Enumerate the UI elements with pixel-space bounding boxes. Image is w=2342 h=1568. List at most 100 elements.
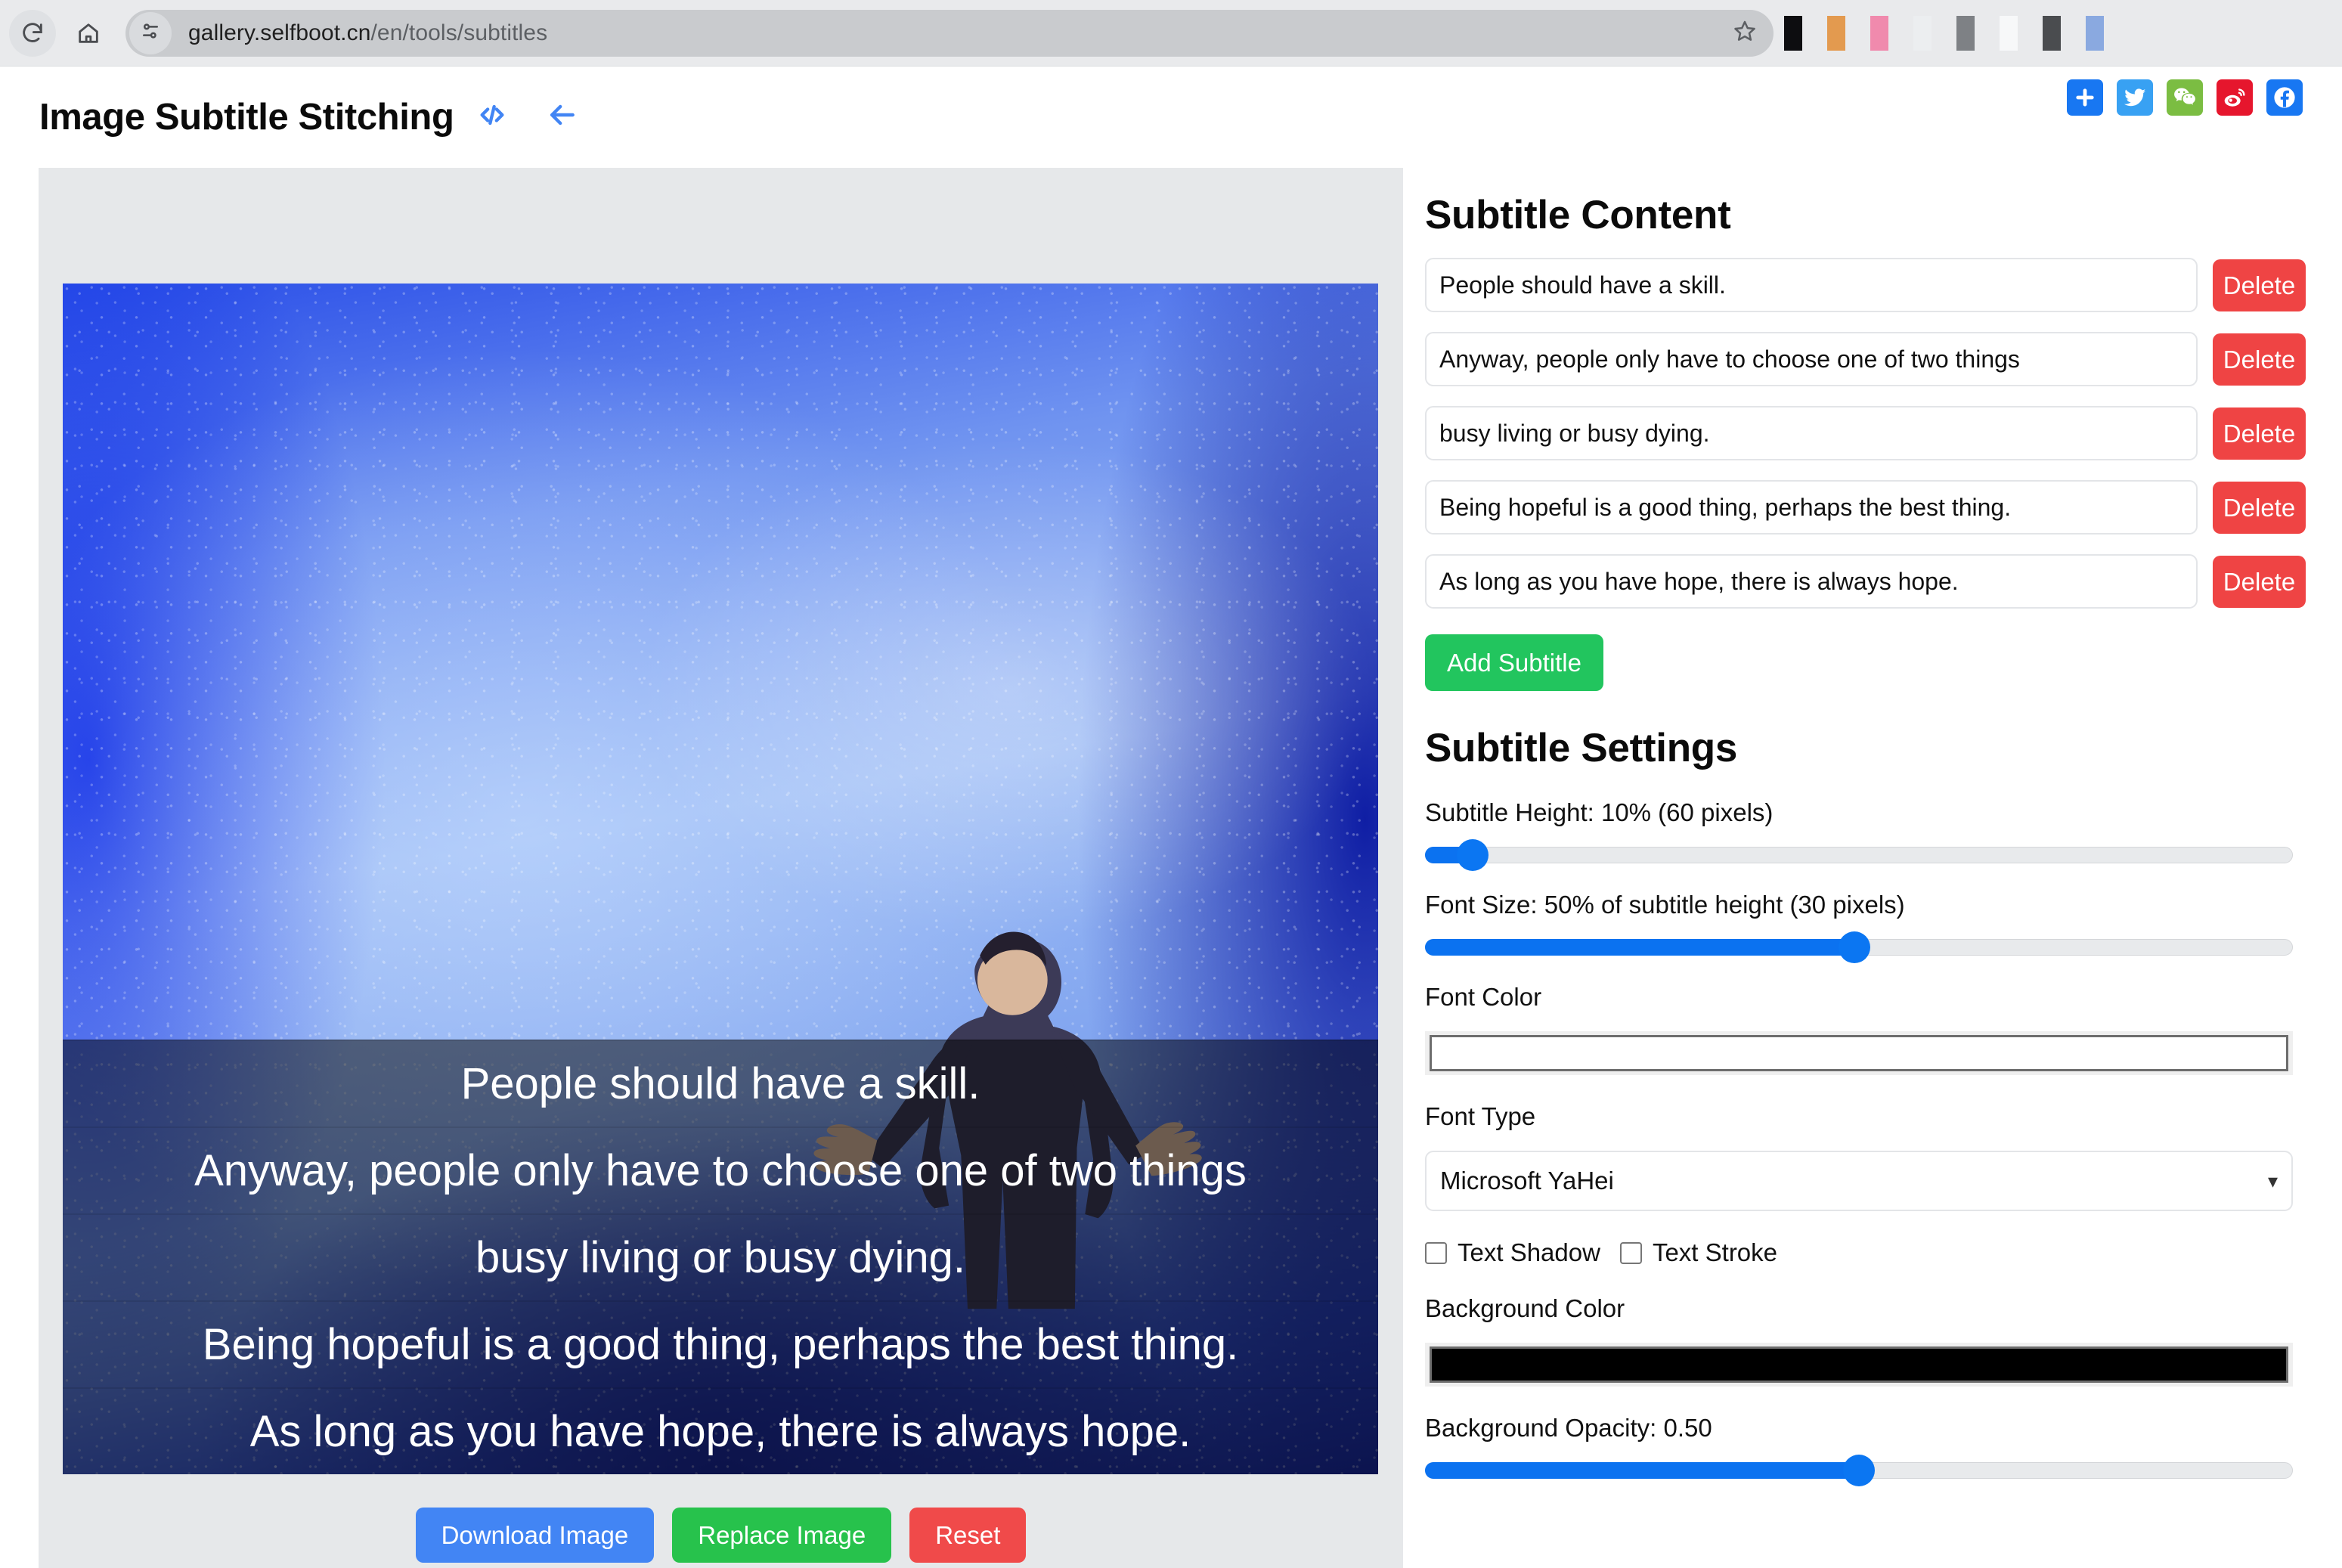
text-effects-row: Text Shadow Text Stroke <box>1425 1238 2306 1267</box>
chevron-down-icon: ▾ <box>2267 1169 2278 1192</box>
font-type-value: Microsoft YaHei <box>1440 1167 1614 1195</box>
subtitle-band: busy living or busy dying. <box>63 1213 1378 1300</box>
font-color-label: Font Color <box>1425 983 1542 1011</box>
share-bar <box>2067 79 2303 116</box>
font-size-slider[interactable] <box>1425 931 2293 963</box>
code-brackets-icon <box>477 100 507 134</box>
share-facebook-button[interactable] <box>2266 79 2303 116</box>
background-opacity-slider[interactable] <box>1425 1455 2293 1486</box>
delete-subtitle-button[interactable]: Delete <box>2213 333 2306 386</box>
page-title: Image Subtitle Stitching <box>39 96 454 138</box>
site-settings-icon <box>139 20 162 46</box>
font-type-label: Font Type <box>1425 1102 1536 1130</box>
stitched-image[interactable]: People should have a skill. Anyway, peop… <box>63 284 1378 1474</box>
font-color-picker[interactable] <box>1425 1031 2293 1075</box>
replace-image-button[interactable]: Replace Image <box>672 1508 892 1563</box>
subtitle-strip: People should have a skill. Anyway, peop… <box>63 1040 1378 1474</box>
extension-icon-6[interactable] <box>2000 15 2018 51</box>
wechat-icon <box>2172 85 2198 110</box>
subtitle-band: Anyway, people only have to choose one o… <box>63 1126 1378 1213</box>
site-settings-button[interactable] <box>129 11 172 54</box>
subtitle-band-text: Anyway, people only have to choose one o… <box>194 1146 1247 1195</box>
reload-icon <box>20 20 45 46</box>
subtitle-list-item: Delete <box>1425 554 2306 609</box>
view-source-button[interactable] <box>477 100 507 134</box>
plus-icon <box>2072 85 2098 110</box>
address-bar[interactable]: gallery.selfboot.cn/en/tools/subtitles <box>125 9 1774 57</box>
share-wechat-button[interactable] <box>2167 79 2203 116</box>
subtitle-input[interactable] <box>1425 258 2198 312</box>
subtitle-list-item: Delete <box>1425 480 2306 535</box>
extension-icon-8[interactable] <box>2086 15 2104 51</box>
share-plus-button[interactable] <box>2067 79 2103 116</box>
url-text: gallery.selfboot.cn/en/tools/subtitles <box>188 20 547 46</box>
star-icon <box>1733 19 1757 47</box>
text-shadow-label: Text Shadow <box>1458 1238 1600 1266</box>
delete-subtitle-button[interactable]: Delete <box>2213 555 2306 608</box>
subtitle-settings-heading: Subtitle Settings <box>1425 726 1738 770</box>
subtitle-list-item: Delete <box>1425 406 2306 460</box>
subtitle-band-text: busy living or busy dying. <box>476 1233 965 1282</box>
extension-icon-3[interactable] <box>1870 15 1888 51</box>
facebook-icon <box>2272 85 2297 110</box>
subtitle-height-label: Subtitle Height: 10% (60 pixels) <box>1425 798 1774 826</box>
bookmark-button[interactable] <box>1727 15 1763 51</box>
extension-icon-7[interactable] <box>2043 15 2061 51</box>
share-twitter-button[interactable] <box>2117 79 2153 116</box>
back-arrow-icon <box>545 98 578 135</box>
subtitle-input[interactable] <box>1425 480 2198 535</box>
share-weibo-button[interactable] <box>2217 79 2253 116</box>
slider-thumb[interactable] <box>1457 839 1489 871</box>
subtitle-band: People should have a skill. <box>63 1040 1378 1126</box>
subtitle-content-heading: Subtitle Content <box>1425 193 1731 237</box>
image-preview-panel: People should have a skill. Anyway, peop… <box>39 168 1403 1568</box>
font-type-select[interactable]: Microsoft YaHei ▾ <box>1425 1151 2293 1211</box>
extension-icon-4[interactable] <box>1913 15 1932 51</box>
image-action-bar: Download Image Replace Image Reset <box>39 1508 1403 1563</box>
back-button[interactable] <box>545 98 578 135</box>
subtitle-input[interactable] <box>1425 406 2198 460</box>
subtitle-band-text: People should have a skill. <box>460 1059 980 1108</box>
subtitle-input[interactable] <box>1425 554 2198 609</box>
extension-icon-2[interactable] <box>1827 15 1845 51</box>
background-color-label: Background Color <box>1425 1294 1625 1322</box>
browser-toolbar: gallery.selfboot.cn/en/tools/subtitles <box>0 0 2342 67</box>
text-stroke-checkbox[interactable] <box>1619 1241 1642 1264</box>
slider-thumb[interactable] <box>1839 931 1871 963</box>
subtitle-band-text: As long as you have hope, there is alway… <box>249 1407 1191 1456</box>
extension-icon-5[interactable] <box>1956 15 1975 51</box>
delete-subtitle-button[interactable]: Delete <box>2213 481 2306 534</box>
text-shadow-option[interactable]: Text Shadow <box>1425 1238 1600 1267</box>
url-domain: gallery.selfboot.cn <box>188 20 371 45</box>
reset-button[interactable]: Reset <box>909 1508 1027 1563</box>
download-image-button[interactable]: Download Image <box>415 1508 655 1563</box>
background-color-swatch <box>1430 1346 2288 1383</box>
text-stroke-option[interactable]: Text Stroke <box>1619 1238 1778 1267</box>
delete-subtitle-button[interactable]: Delete <box>2213 407 2306 460</box>
subtitle-list-item: Delete <box>1425 258 2306 312</box>
home-button[interactable] <box>65 10 112 57</box>
twitter-icon <box>2122 85 2148 110</box>
slider-track <box>1425 847 2293 863</box>
page-header: Image Subtitle Stitching <box>0 67 2342 166</box>
subtitle-input[interactable] <box>1425 332 2198 386</box>
text-stroke-label: Text Stroke <box>1652 1238 1778 1266</box>
font-color-swatch <box>1430 1035 2288 1071</box>
background-opacity-label: Background Opacity: 0.50 <box>1425 1414 1712 1442</box>
extension-icon-1[interactable] <box>1784 15 1802 51</box>
subtitle-height-slider[interactable] <box>1425 839 2293 871</box>
url-path: /en/tools/subtitles <box>370 20 548 45</box>
weibo-icon <box>2222 85 2248 110</box>
slider-thumb[interactable] <box>1843 1455 1875 1486</box>
subtitle-list-item: Delete <box>1425 332 2306 386</box>
subtitle-band: Being hopeful is a good thing, perhaps t… <box>63 1300 1378 1387</box>
add-subtitle-button[interactable]: Add Subtitle <box>1425 634 1603 691</box>
home-icon <box>76 20 101 46</box>
extension-icons <box>1774 10 2342 57</box>
delete-subtitle-button[interactable]: Delete <box>2213 259 2306 311</box>
reload-button[interactable] <box>9 9 56 57</box>
subtitle-band: As long as you have hope, there is alway… <box>63 1387 1378 1474</box>
subtitle-band-text: Being hopeful is a good thing, perhaps t… <box>202 1320 1239 1369</box>
text-shadow-checkbox[interactable] <box>1425 1241 1447 1264</box>
background-color-picker[interactable] <box>1425 1343 2293 1387</box>
